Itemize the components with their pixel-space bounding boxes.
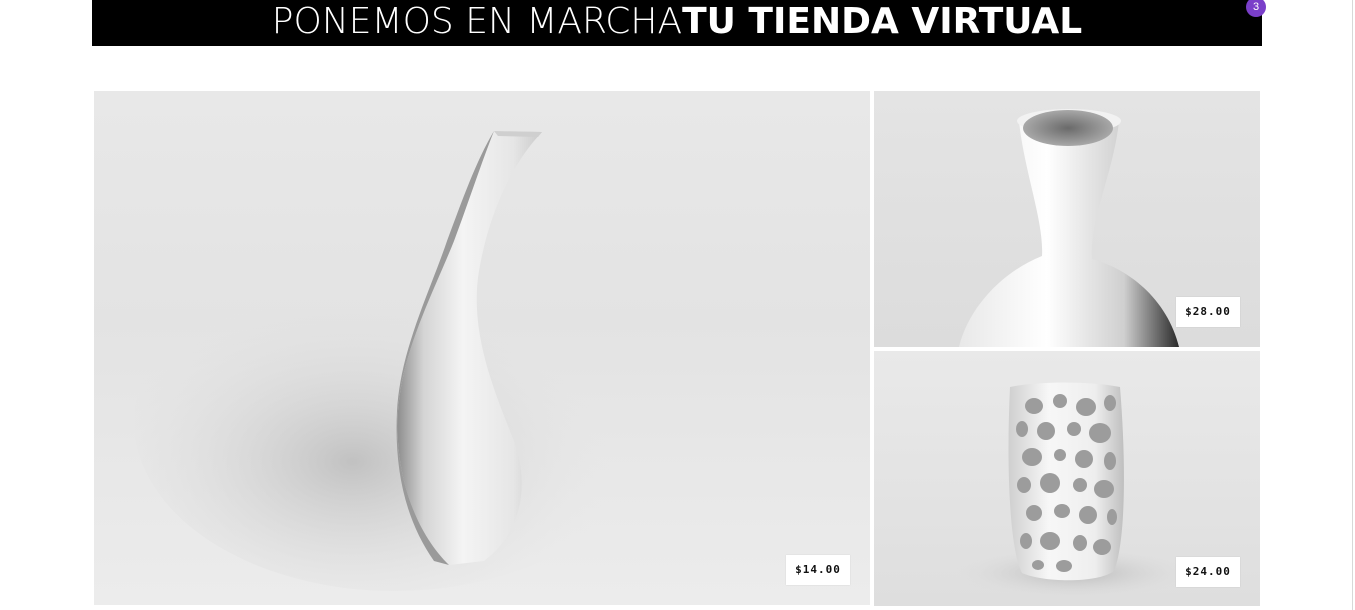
promo-banner: PONEMOS EN MARCHATU TIENDA VIRTUAL	[92, 0, 1262, 46]
price-tag: $28.00	[1176, 297, 1240, 327]
price-tag: $14.00	[786, 555, 850, 585]
banner-title-light: PONEMOS EN MARCHA	[271, 1, 683, 42]
banner-title-bold: TU TIENDA VIRTUAL	[682, 1, 1083, 42]
product-tile-carafe-vase[interactable]: $28.00	[874, 91, 1260, 347]
price-tag: $24.00	[1176, 557, 1240, 587]
page: PONEMOS EN MARCHATU TIENDA VIRTUAL 3 $14…	[0, 0, 1355, 610]
curved-vase-image	[94, 91, 870, 605]
product-tile-curved-vase[interactable]: $14.00	[94, 91, 870, 605]
product-tile-perforated-vase[interactable]: $24.00	[874, 351, 1260, 606]
cart-count-badge[interactable]: 3	[1246, 0, 1266, 17]
scrollbar[interactable]	[1352, 0, 1353, 610]
banner-title: PONEMOS EN MARCHATU TIENDA VIRTUAL	[272, 0, 1082, 44]
